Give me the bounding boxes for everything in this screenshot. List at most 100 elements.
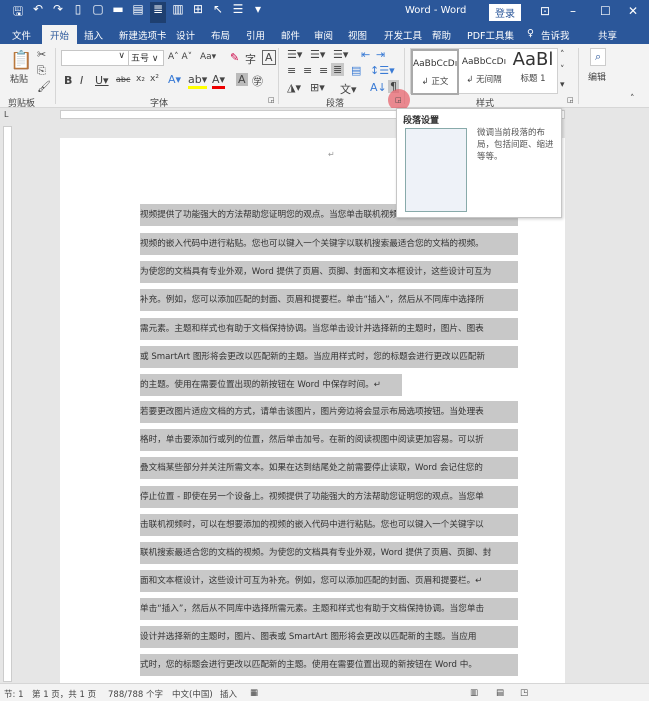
highlight-icon[interactable]: ab▾ <box>188 73 208 89</box>
sort-icon[interactable]: A↓ <box>370 81 387 94</box>
paste-icon[interactable]: ▤ <box>130 2 146 23</box>
text-effects-icon[interactable]: A▾ <box>168 73 181 86</box>
cut-icon[interactable]: ✂ <box>37 48 46 61</box>
print-preview-icon[interactable]: ▯ <box>70 2 86 23</box>
open-icon[interactable]: ▬ <box>110 2 126 23</box>
tab-help[interactable]: 帮助 <box>432 28 451 42</box>
change-case-icon[interactable]: Aa▾ <box>200 52 216 62</box>
tab-review[interactable]: 审阅 <box>314 28 333 42</box>
tab-selector-icon[interactable]: L <box>4 110 8 119</box>
document-line[interactable]: 式时，您的标题会进行更改以匹配新的主题。使用在需要位置出现的新按钮在 Word … <box>140 654 518 676</box>
ribbon-display-icon[interactable]: ⊡ <box>540 4 550 18</box>
document-line[interactable]: 或 SmartArt 图形将会更改以匹配新的主题。当应用样式时，您的标题会进行更… <box>140 346 518 368</box>
bullets-icon[interactable]: ☰▾ <box>287 48 302 61</box>
paste-button[interactable]: 粘贴 <box>10 72 28 85</box>
italic-button[interactable]: I <box>80 74 83 87</box>
paste-clipboard-icon[interactable]: 📋 <box>10 50 32 71</box>
redo-icon[interactable]: ↷ <box>50 2 66 23</box>
tab-mailings[interactable]: 邮件 <box>281 28 300 42</box>
line-spacing-icon[interactable]: ↕☰▾ <box>370 64 395 77</box>
print-layout-view-icon[interactable]: ▤ <box>496 688 504 698</box>
tab-layout[interactable]: 布局 <box>211 28 230 42</box>
select-icon[interactable]: ↖ <box>210 2 226 23</box>
collapse-ribbon-icon[interactable]: ˄ <box>630 94 635 104</box>
style-normal[interactable]: AaBbCcDı ↲ 正文 <box>411 49 459 95</box>
document-line[interactable]: 为使您的文档具有专业外观，Word 提供了页眉、页脚、封面和文本框设计，这些设计… <box>140 261 518 283</box>
minimize-button[interactable]: – <box>570 4 576 18</box>
copy-icon[interactable]: ⎘ <box>37 64 46 78</box>
font-size-select[interactable]: 五号 ∨ <box>128 50 164 66</box>
tab-developer[interactable]: 开发工具 <box>384 28 422 42</box>
document-line[interactable]: 若要更改图片适应文档的方式，请单击该图片，图片旁边将会显示布局选项按钮。当处理表 <box>140 401 518 423</box>
strikethrough-button[interactable]: abc <box>116 75 130 84</box>
numbering-icon[interactable]: ☰▾ <box>310 48 325 61</box>
align-right-icon[interactable]: ≡ <box>319 64 328 77</box>
tab-insert[interactable]: 插入 <box>84 28 103 42</box>
document-line[interactable]: 停止位置 - 即使在另一个设备上。视频提供了功能强大的方法帮助您证明您的观点。当… <box>140 486 518 508</box>
chinese-layout-icon[interactable]: 文▾ <box>340 81 357 97</box>
document-line[interactable]: 视频的嵌入代码中进行粘贴。您也可以键入一个关键字以联机搜索最适合您的文档的视频。 <box>140 233 518 255</box>
decrease-indent-icon[interactable]: ⇤ <box>361 48 370 61</box>
superscript-button[interactable]: x² <box>150 74 159 84</box>
status-page[interactable]: 第 1 页，共 1 页 <box>32 688 96 700</box>
editing-button[interactable]: 编辑 <box>588 70 606 83</box>
status-mode[interactable]: 插入 <box>220 688 237 700</box>
style-no-spacing[interactable]: AaBbCcDı ↲ 无间隔 <box>460 49 508 95</box>
undo-icon[interactable]: ↶ <box>30 2 46 23</box>
macro-icon[interactable]: ▦ <box>250 688 258 698</box>
align-left-icon[interactable]: ≡ <box>287 64 296 77</box>
phonetic-icon[interactable]: 字 <box>245 51 256 67</box>
document-line[interactable]: 单击“插入”，然后从不同库中选择所需元素。主题和样式也有助于文档保持协调。当您单… <box>140 598 518 620</box>
styles-scroll-icon[interactable]: ˄ ˅ ▾ <box>560 48 565 93</box>
multilevel-icon[interactable]: ☰▾ <box>333 48 348 61</box>
document-line[interactable]: 设计并选择新的主题时，图片、图表或 SmartArt 图形将会更改以匹配新的主题… <box>140 626 518 648</box>
style-heading-1[interactable]: AaBl 标题 1 <box>509 49 557 95</box>
columns-icon[interactable]: ▥ <box>170 2 186 23</box>
maximize-button[interactable]: ☐ <box>600 4 611 18</box>
new-icon[interactable]: ▢ <box>90 2 106 23</box>
enclose-char-icon[interactable]: ㊫ <box>252 73 263 89</box>
tab-new[interactable]: 新建选项卡 <box>119 28 167 42</box>
document-line[interactable]: 联机搜索最适合您的文档的视频。为使您的文档具有专业外观，Word 提供了页眉、页… <box>140 542 518 564</box>
font-dialog-launcher[interactable]: ◲ <box>268 96 275 104</box>
char-shading-icon[interactable]: A <box>236 73 248 86</box>
distributed-icon[interactable]: ▤ <box>351 64 361 77</box>
share-button[interactable]: 共享 <box>598 28 617 42</box>
underline-button[interactable]: U▾ <box>95 74 109 87</box>
tab-pdf[interactable]: PDF工具集 <box>467 28 514 42</box>
styles-dialog-launcher[interactable]: ◲ <box>567 96 574 104</box>
tab-view[interactable]: 视图 <box>348 28 367 42</box>
find-icon[interactable]: ⌕ <box>590 48 607 66</box>
clear-format-icon[interactable]: ✎ <box>230 51 239 64</box>
status-words[interactable]: 788/788 个字 <box>108 688 163 700</box>
tab-references[interactable]: 引用 <box>246 28 265 42</box>
save-icon[interactable]: 🖫 <box>10 2 26 23</box>
table-icon[interactable]: ⊞ <box>190 2 206 23</box>
format-painter-icon[interactable]: 🖌 <box>37 80 51 93</box>
char-border-icon[interactable]: A <box>262 50 276 65</box>
login-button[interactable]: 登录 <box>489 4 521 21</box>
borders-icon[interactable]: ⊞▾ <box>310 81 325 94</box>
bold-button[interactable]: B <box>64 74 72 87</box>
grow-font-icon[interactable]: A˄ A˅ <box>168 52 192 62</box>
increase-indent-icon[interactable]: ⇥ <box>376 48 385 61</box>
customize-icon[interactable]: ▾ <box>250 2 266 23</box>
document-line[interactable]: 格时，单击要添加行或列的位置，然后单击加号。在新的阅读视图中阅读更加容易。可以折 <box>140 429 518 451</box>
status-language[interactable]: 中文(中国) <box>172 688 213 700</box>
read-mode-view-icon[interactable]: ▥ <box>470 688 478 698</box>
document-line[interactable]: 需元素。主题和样式也有助于文档保持协调。当您单击设计并选择新的主题时，图片、图表 <box>140 318 518 340</box>
font-color-icon[interactable]: A▾ <box>212 73 226 89</box>
tell-me[interactable]: 告诉我 <box>541 28 570 42</box>
tab-design[interactable]: 设计 <box>176 28 195 42</box>
close-button[interactable]: ✕ <box>628 4 638 18</box>
subscript-button[interactable]: x₂ <box>136 74 145 84</box>
web-layout-view-icon[interactable]: ◳ <box>520 688 528 698</box>
vertical-ruler[interactable] <box>3 126 12 682</box>
document-line[interactable]: 面和文本框设计，这些设计可互为补充。例如，您可以添加匹配的封面、页眉和提要栏。↵ <box>140 570 518 592</box>
justify-icon[interactable]: ≣ <box>331 63 345 76</box>
read-mode-icon[interactable]: ≣ <box>150 2 166 23</box>
paragraph-dialog-launcher[interactable]: ◲ <box>395 96 402 104</box>
document-line[interactable]: 叠文档某些部分并关注所需文本。如果在达到结尾处之前需要停止读取，Word 会记住… <box>140 457 518 479</box>
tab-home[interactable]: 开始 <box>42 25 78 44</box>
document-line[interactable]: 补充。例如，您可以添加匹配的封面、页眉和提要栏。单击“插入”，然后从不同库中选择… <box>140 289 518 311</box>
